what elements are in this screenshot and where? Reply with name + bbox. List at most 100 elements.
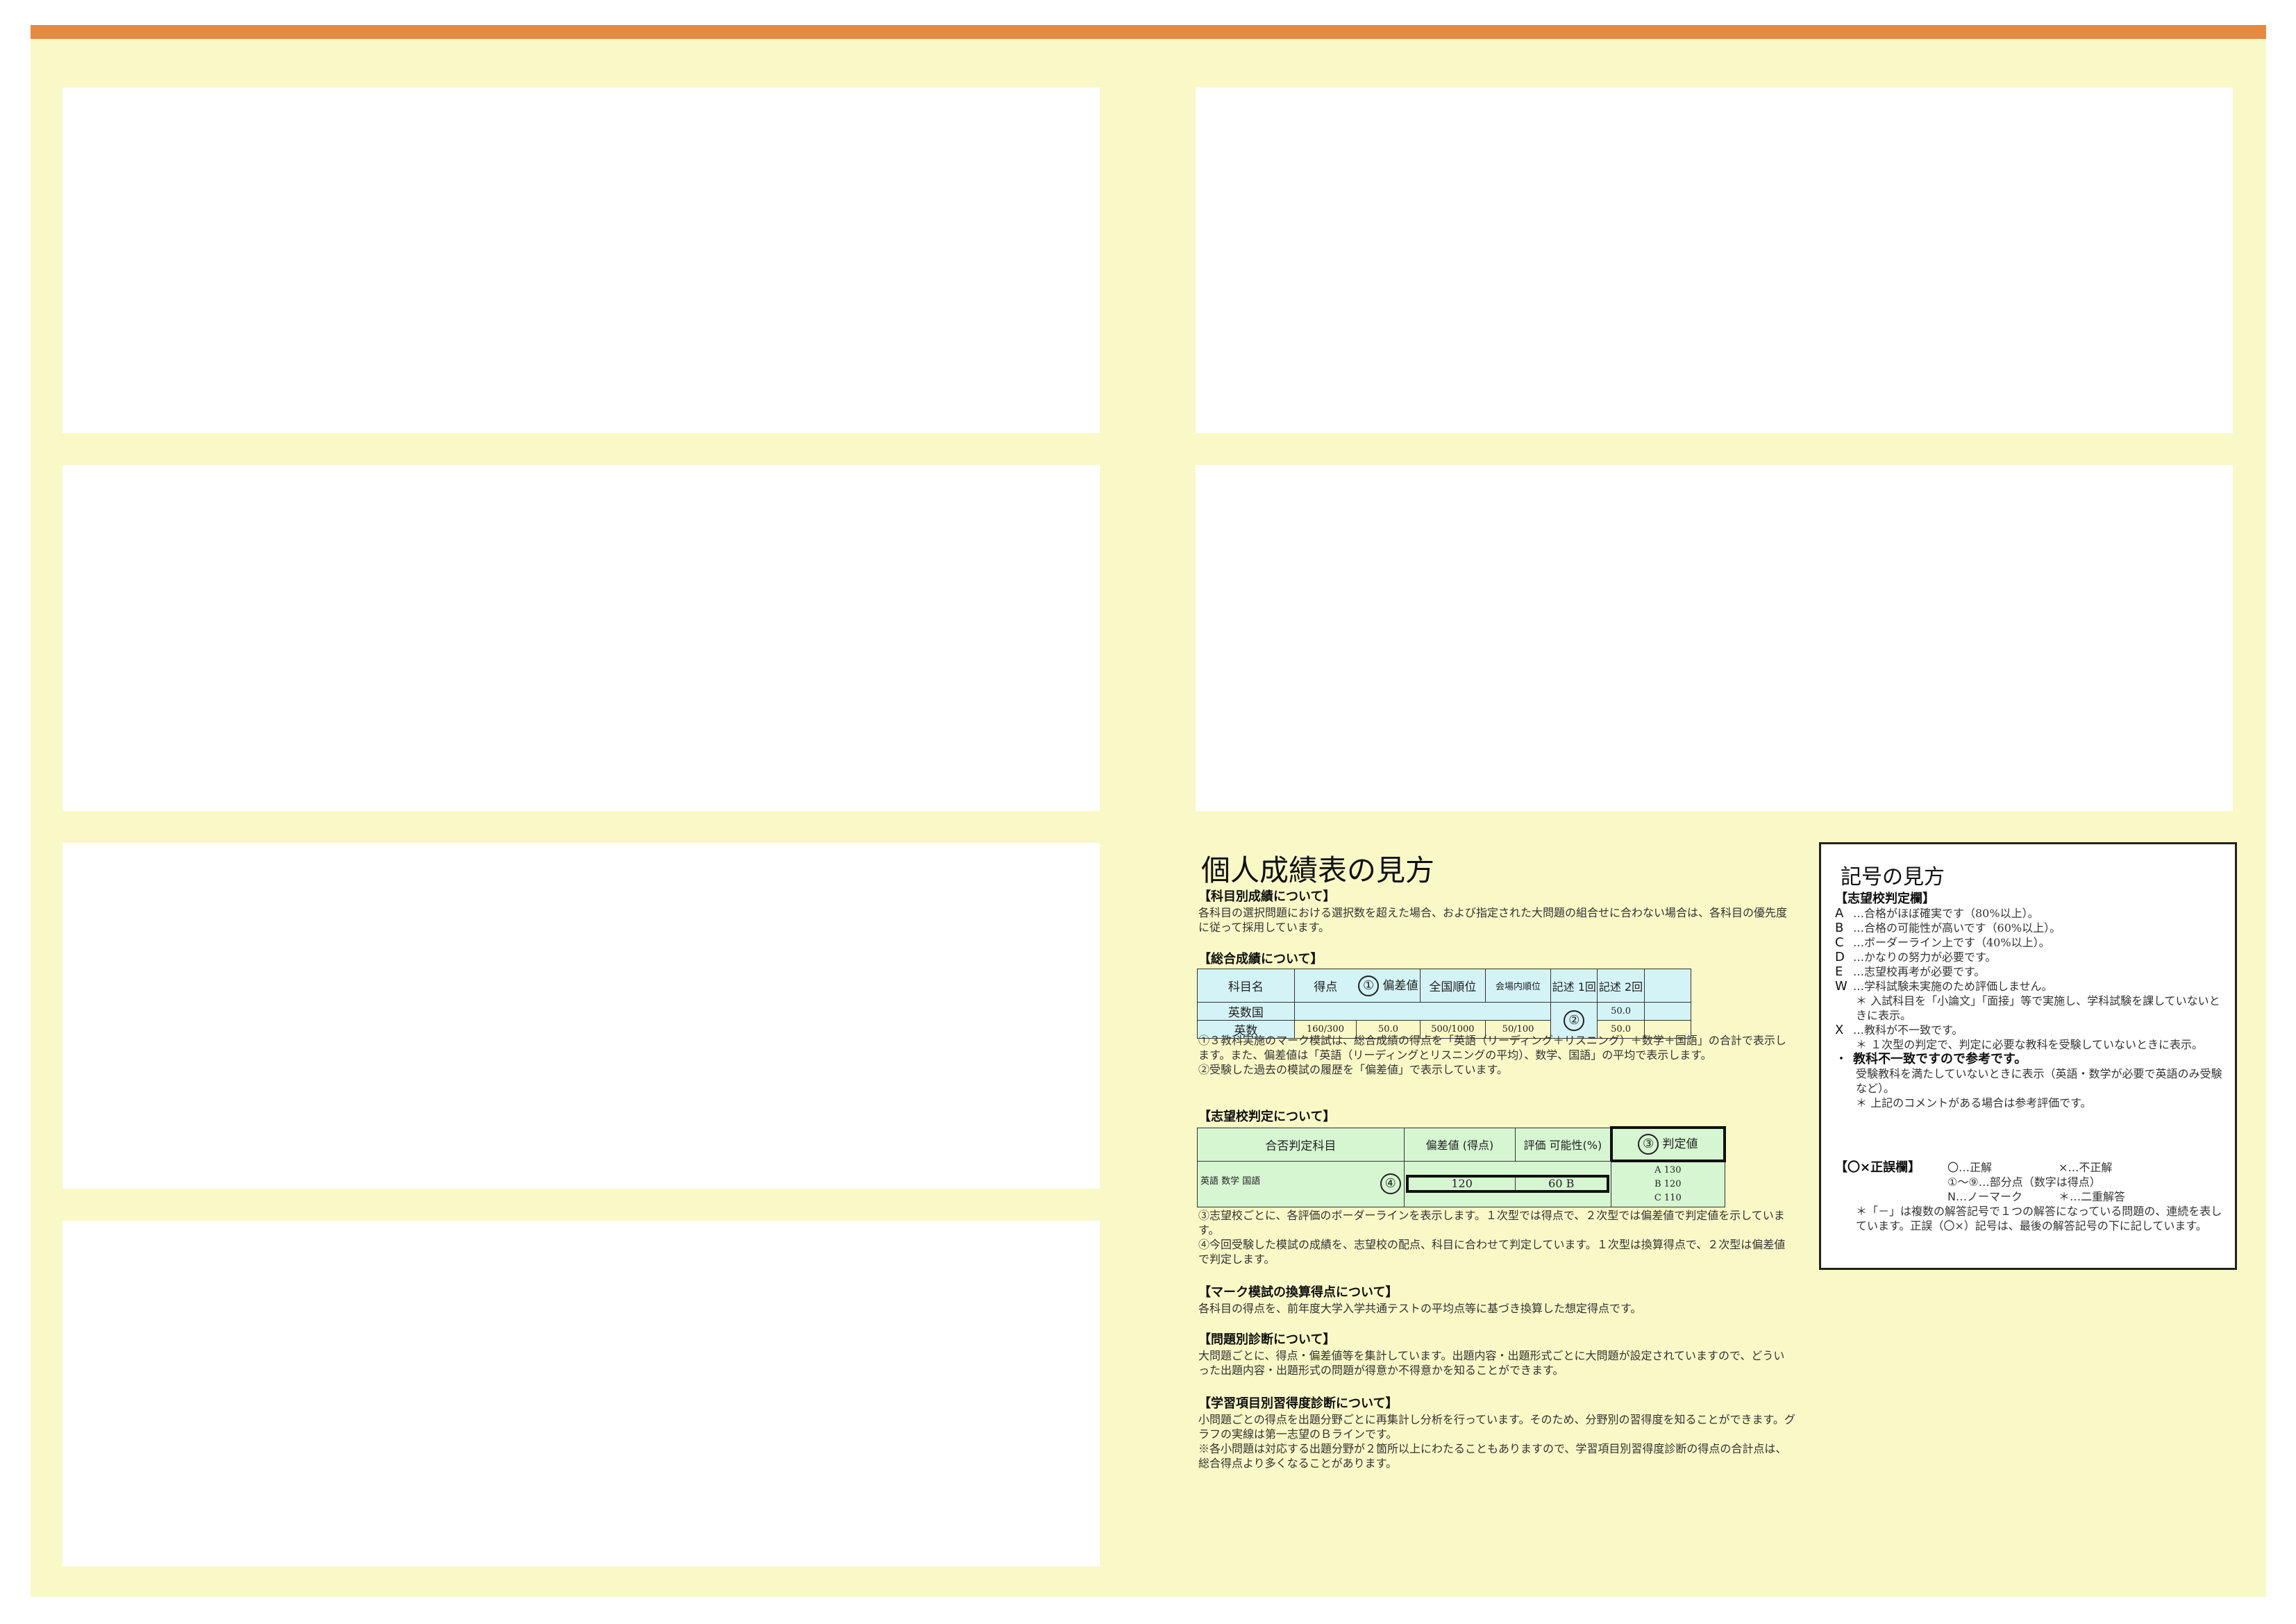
marker-1: ① — [1358, 975, 1380, 996]
legend-text: …かなりの努力が必要です。 — [1853, 951, 1997, 964]
panel-left-4 — [62, 1221, 1100, 1566]
legend-ox-row-1: 【〇×正誤欄】 〇…正解 ×…不正解 — [1835, 1160, 2224, 1175]
legend-code: E — [1835, 964, 1843, 979]
legend-x-note: ＊ １次型の判定で、判定に必要な教科を受験していないときに表示。 — [1856, 1038, 2203, 1051]
jh-value: 判定値 — [1662, 1137, 1698, 1151]
jr-subjects: 英語 数学 国語 — [1200, 1176, 1261, 1187]
section-converted: 【マーク模試の換算得点について】 各科目の得点を、前年度大学入学共通テストの平均… — [1198, 1284, 1795, 1316]
legend-ox: 【〇×正誤欄】 〇…正解 ×…不正解 ①〜⑨…部分点（数字は得点） N…ノーマー… — [1835, 1160, 2224, 1233]
panel-left-3 — [62, 843, 1100, 1189]
total-note-1: ①３教科実施のマーク模試は、総合成績の得点を「英語（リーディング＋リスニング）＋… — [1198, 1034, 1786, 1062]
panel-right-1 — [1196, 87, 2233, 433]
judge-table: 合否判定科目 偏差値 (得点) 評価 可能性(%) ③ 判定値 英語 数学 国語… — [1197, 1126, 1727, 1207]
section-subject: 【科目別成績について】 各科目の選択問題における選択数を超えた場合、および指定さ… — [1198, 889, 1795, 935]
legend-text: …学科試験未実施のため評価しません。 — [1853, 980, 2053, 993]
legend-code: B — [1835, 921, 1844, 935]
legend-ox-note: ＊「－」は複数の解答記号で１つの解答になっている問題の、連続を表しています。正誤… — [1856, 1205, 2222, 1232]
jh-dev: 偏差値 (得点) — [1403, 1127, 1516, 1162]
legend-title: 記号の見方 — [1841, 865, 1945, 889]
legend-item-x: X …教科が不一致です。 — [1835, 1023, 2224, 1037]
jr-subjects-cell: 英語 数学 国語 ④ — [1197, 1160, 1405, 1207]
legend-code-x: X — [1835, 1023, 1844, 1037]
th-empty — [1643, 969, 1692, 1003]
legend-text: …合格がほぼ確実です（80%以上）。 — [1853, 907, 2039, 920]
section-judge-notes: ③志望校ごとに、各評価のボーダーラインを表示します。１次型では得点で、２次型では… — [1198, 1208, 1795, 1266]
legend-ox-row-3: N…ノーマーク ＊…二重解答 — [1835, 1189, 2224, 1204]
section-converted-heading: 【マーク模試の換算得点について】 — [1198, 1285, 1398, 1300]
legend-item-dot: ・教科不一致ですので参考です。 — [1835, 1052, 2224, 1066]
judge-note-3: ③志望校ごとに、各評価のボーダーラインを表示します。１次型では得点で、２次型では… — [1198, 1209, 1785, 1237]
legend-box: 記号の見方 【志望校判定欄】 A …合格がほぼ確実です（80%以上）。 B …合格の… — [1819, 842, 2237, 1270]
marker-3: ③ — [1638, 1134, 1659, 1155]
row1-empty — [1293, 1002, 1552, 1021]
jr-line-a: A 130 — [1654, 1164, 1682, 1175]
legend-ox-2: ×…不正解 — [2059, 1161, 2113, 1174]
section-judge-heading-wrap: 【志望校判定について】 — [1198, 1109, 1795, 1125]
th-k1: 記述 1回 — [1550, 969, 1598, 1003]
legend-text-dot: 教科不一致ですので参考です。 — [1853, 1052, 2027, 1066]
k2-row1: 50.0 — [1597, 1002, 1645, 1021]
jr-result-cell: 120 60 B — [1403, 1160, 1612, 1207]
legend-item: D …かなりの努力が必要です。 — [1835, 950, 2224, 964]
legend-item: E …志望校再考が必要です。 — [1835, 964, 2224, 979]
jr-line-b: B 120 — [1654, 1178, 1682, 1189]
section-total-heading-wrap: 【総合成績について】 — [1198, 951, 1795, 968]
total-table: 科目名 得点 ① 偏差値 全国順位 会場内順位 記述 1回 記述 2回 英数国 … — [1197, 969, 1692, 1039]
legend-text: …合格の可能性が高いです（60%以上）。 — [1853, 921, 2061, 935]
legend-judge: 【志望校判定欄】 A …合格がほぼ確実です（80%以上）。 B …合格の可能性が高い… — [1835, 891, 2224, 1110]
jh-eval: 評価 可能性(%) — [1515, 1127, 1612, 1162]
judge-note-4: ④今回受験した模試の成績を、志望校の配点、科目に合わせて判定しています。１次型は… — [1198, 1238, 1786, 1266]
jh-value-cell: ③ 判定値 — [1609, 1126, 1727, 1162]
section-learning-text-1: 小問題ごとの得点を出題分野ごとに再集計し分析を行っています。そのため、分野別の習… — [1198, 1413, 1795, 1441]
jr-result-box: 120 60 B — [1405, 1175, 1610, 1193]
panel-left-1 — [62, 87, 1100, 433]
legend-ox-3: ①〜⑨…部分点（数字は得点） — [1947, 1175, 2101, 1189]
legend-item: C …ボーダーライン上です（40%以上）。 — [1835, 935, 2224, 950]
section-question-text: 大問題ごとに、得点・偏差値等を集計しています。出題内容・出題形式ごとに大問題が設… — [1198, 1349, 1785, 1377]
jr-dev: 120 — [1409, 1178, 1516, 1190]
th-dev: 偏差値 — [1382, 978, 1418, 993]
legend-text: …志望校再考が必要です。 — [1853, 965, 1986, 978]
legend-dot-note-2: ＊ 上記のコメントがある場合は参考評価です。 — [1856, 1096, 2092, 1110]
row1-tail — [1643, 1002, 1692, 1021]
th-subject: 科目名 — [1197, 969, 1295, 1003]
legend-code: W — [1835, 979, 1847, 994]
jh-subjects: 合否判定科目 — [1197, 1127, 1405, 1162]
legend-judge-heading: 【志望校判定欄】 — [1835, 891, 1935, 906]
marker-2: ② — [1564, 1010, 1585, 1031]
legend-code-dot: ・ — [1835, 1052, 1847, 1066]
section-question: 【問題別診断について】 大問題ごとに、得点・偏差値等を集計しています。出題内容・… — [1198, 1332, 1795, 1378]
legend-ox-4: N…ノーマーク — [1947, 1190, 2022, 1203]
legend-text: …ボーダーライン上です（40%以上）。 — [1853, 936, 2050, 949]
jr-eval: 60 B — [1548, 1177, 1575, 1190]
header-accent-bar — [31, 25, 2266, 39]
guide-title: 個人成績表の見方 — [1201, 853, 1435, 887]
legend-w-note: ＊ 入試科目を「小論文」「面接」等で実施し、学科試験を課していないときに表示。 — [1856, 994, 2220, 1022]
th-score: 得点 — [1293, 969, 1357, 1003]
marker-4: ④ — [1380, 1173, 1401, 1194]
section-learning-heading: 【学習項目別習得度診断について】 — [1198, 1396, 1398, 1411]
th-dev-cell: ① 偏差値 — [1356, 969, 1421, 1003]
section-converted-text: 各科目の得点を、前年度大学入学共通テストの平均点等に基づき換算した想定得点です。 — [1198, 1302, 1642, 1315]
section-question-heading: 【問題別診断について】 — [1198, 1332, 1336, 1347]
section-subject-text: 各科目の選択問題における選択数を超えた場合、および指定された大問題の組合せに合わ… — [1198, 906, 1788, 934]
legend-item: A …合格がほぼ確実です（80%以上）。 — [1835, 906, 2224, 921]
panel-left-2 — [62, 465, 1100, 811]
legend-item: B …合格の可能性が高いです（60%以上）。 — [1835, 921, 2224, 935]
th-site: 会場内順位 — [1484, 969, 1552, 1003]
th-k2: 記述 2回 — [1597, 969, 1645, 1003]
total-note-2: ②受験した過去の模試の履歴を「偏差値」で表示しています。 — [1198, 1063, 1508, 1076]
section-judge-heading: 【志望校判定について】 — [1198, 1110, 1336, 1124]
legend-item: W …学科試験未実施のため評価しません。 — [1835, 979, 2224, 994]
section-learning: 【学習項目別習得度診断について】 小問題ごとの得点を出題分野ごとに再集計し分析を… — [1198, 1396, 1795, 1471]
legend-code: C — [1835, 935, 1844, 950]
section-total-heading: 【総合成績について】 — [1198, 952, 1323, 966]
legend-ox-5: ＊…二重解答 — [2059, 1190, 2126, 1203]
legend-code: D — [1835, 950, 1845, 964]
legend-text-x: …教科が不一致です。 — [1853, 1023, 1963, 1037]
jr-line-c: C 110 — [1654, 1192, 1682, 1203]
jr-lines: A 130 B 120 C 110 — [1611, 1160, 1725, 1207]
panel-right-2 — [1196, 465, 2233, 811]
legend-ox-1: 〇…正解 — [1947, 1161, 1993, 1174]
legend-dot-note-1: 受験教科を満たしていないときに表示（英語・数学が必要で英語のみ受験など）。 — [1856, 1067, 2222, 1095]
